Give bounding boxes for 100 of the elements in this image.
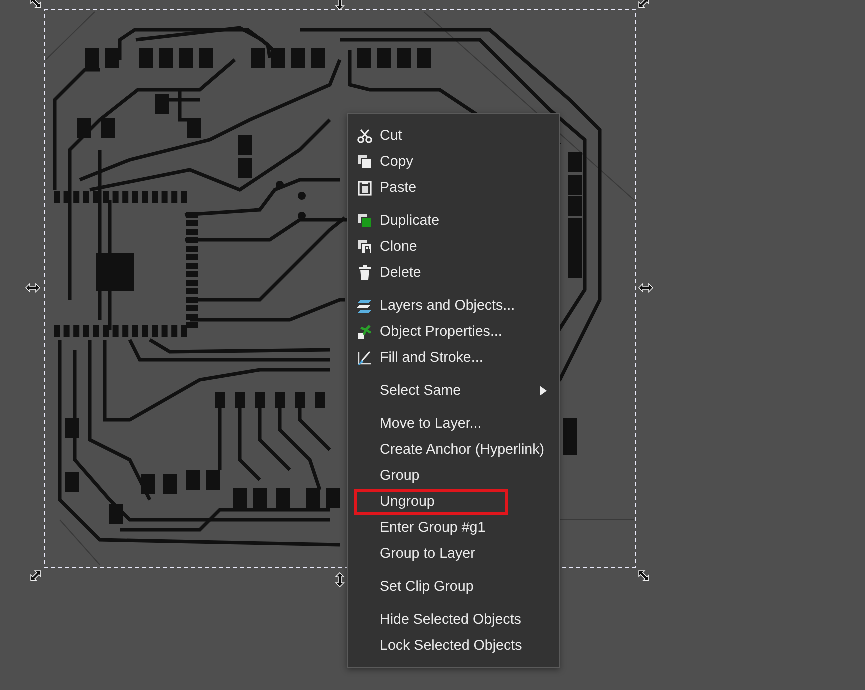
scale-handle-icon[interactable] [335, 572, 345, 588]
solder-pad [186, 272, 198, 278]
scale-handle-icon[interactable] [638, 570, 650, 582]
menu-item[interactable]: Object Properties... [348, 319, 559, 345]
solder-pad [103, 325, 109, 337]
solder-pad [159, 48, 173, 68]
solder-pad [238, 158, 252, 178]
menu-item[interactable]: Cut [348, 123, 559, 149]
copy-icon [357, 154, 373, 170]
solder-pad [199, 48, 213, 68]
solder-pad [64, 191, 70, 203]
duplicate-icon [357, 213, 373, 229]
solder-pad [172, 191, 178, 203]
solder-pad [142, 191, 148, 203]
solder-pad [186, 470, 200, 490]
solder-pad [377, 48, 391, 68]
solder-pad [186, 263, 198, 269]
scale-handle-icon[interactable] [638, 0, 650, 8]
solder-pad [563, 435, 577, 455]
trash-icon [357, 265, 373, 281]
via-dot [298, 192, 306, 200]
menu-item[interactable]: Copy [348, 149, 559, 175]
solder-pad [275, 392, 285, 408]
menu-item[interactable]: Clone [348, 234, 559, 260]
solder-pad [186, 306, 198, 312]
menu-item[interactable]: Lock Selected Objects [348, 633, 559, 659]
solder-pad [122, 325, 129, 337]
menu-item[interactable]: Create Anchor (Hyperlink) [348, 437, 559, 463]
solder-pad [74, 191, 80, 203]
solder-pad [233, 488, 247, 508]
scale-handle-icon[interactable] [30, 0, 42, 8]
solder-pad [64, 325, 70, 337]
solder-pad [105, 48, 119, 68]
scale-handle-icon[interactable] [638, 283, 654, 293]
solder-pad [187, 118, 201, 138]
solder-pad [181, 191, 188, 203]
solder-pad [276, 488, 290, 508]
solder-pad [142, 325, 148, 337]
chip-pad [96, 253, 134, 291]
via-dot [298, 212, 306, 220]
solder-pad [112, 325, 119, 337]
menu-item[interactable]: Select Same [348, 378, 559, 404]
solder-pad [238, 135, 252, 155]
solder-pad [306, 488, 320, 508]
solder-pad [186, 314, 198, 320]
solder-pad [109, 504, 123, 524]
solder-pad [112, 191, 119, 203]
solder-pad [357, 48, 371, 68]
solder-pad [568, 218, 582, 238]
solder-pad [326, 488, 340, 508]
solder-pad [186, 254, 198, 260]
solder-pad [152, 191, 158, 203]
clone-icon [357, 239, 373, 255]
solder-pad [85, 48, 99, 68]
menu-item[interactable]: Delete [348, 260, 559, 286]
solder-pad [162, 325, 168, 337]
menu-item[interactable]: Set Clip Group [348, 574, 559, 600]
paste-icon [357, 180, 373, 196]
solder-pad [65, 472, 79, 492]
menu-item[interactable]: Group [348, 463, 559, 489]
menu-item[interactable]: Ungroup [354, 489, 508, 515]
solder-pad [271, 48, 285, 68]
menu-item[interactable]: Group to Layer [348, 541, 559, 567]
menu-item[interactable]: Layers and Objects... [348, 293, 559, 319]
via-dot [276, 181, 284, 189]
menu-item[interactable]: Hide Selected Objects [348, 607, 559, 633]
solder-pad [101, 118, 115, 138]
solder-pad [83, 191, 90, 203]
solder-pad [54, 191, 60, 203]
scale-handle-icon[interactable] [335, 0, 345, 11]
menu-item[interactable]: Paste [348, 175, 559, 201]
menu-item[interactable]: Move to Layer... [348, 411, 559, 437]
solder-pad [141, 474, 155, 494]
solder-pad [186, 220, 198, 226]
solder-pad [315, 392, 325, 408]
scale-handle-icon[interactable] [30, 570, 42, 582]
solder-pad [152, 325, 158, 337]
solder-pad [103, 191, 109, 203]
solder-pad [251, 48, 265, 68]
solder-pad [83, 325, 90, 337]
layers-icon [357, 298, 373, 314]
menu-item[interactable]: Duplicate [348, 208, 559, 234]
solder-pad [235, 392, 245, 408]
solder-pad [65, 418, 79, 438]
solder-pad [122, 191, 129, 203]
solder-pad [291, 48, 305, 68]
solder-pad [568, 152, 582, 172]
solder-pad [139, 48, 153, 68]
solder-pad [311, 48, 325, 68]
solder-pad [93, 191, 100, 203]
solder-pad [186, 238, 198, 244]
solder-pad [397, 48, 411, 68]
solder-pad [132, 325, 138, 337]
solder-pad [77, 118, 91, 138]
scale-handle-icon[interactable] [25, 283, 41, 293]
solder-pad [215, 392, 225, 408]
solder-pad [155, 94, 169, 114]
menu-item[interactable]: Fill and Stroke... [348, 345, 559, 371]
menu-item[interactable]: Enter Group #g1 [348, 515, 559, 541]
solder-pad [186, 229, 198, 235]
